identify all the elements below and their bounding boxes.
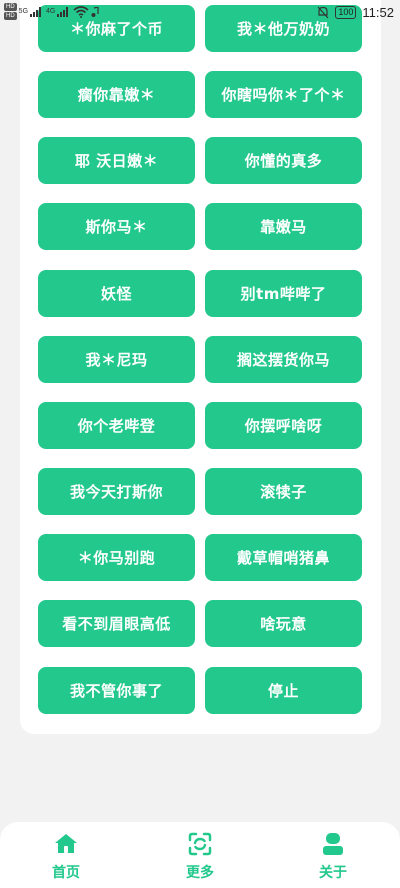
sound-button[interactable]: 啥玩意 xyxy=(205,600,362,647)
signal-icon xyxy=(30,6,42,17)
status-bar: HD HD 5G 4G 100 11:52 xyxy=(0,0,400,28)
sound-button[interactable]: 瘸你靠嫩＊ xyxy=(38,71,195,118)
status-right: 100 11:52 xyxy=(317,5,394,20)
sound-button[interactable]: 别tm哔哔了 xyxy=(205,270,362,317)
person-icon xyxy=(323,833,343,855)
sound-button[interactable]: 你瞎吗你＊了个＊ xyxy=(205,71,362,118)
battery-indicator: 100 xyxy=(335,6,357,19)
tab-about[interactable]: 关于 xyxy=(283,822,383,888)
sound-button[interactable]: 我不管你事了 xyxy=(38,667,195,714)
sound-button[interactable]: 你摆呼啥呀 xyxy=(205,402,362,449)
sound-button[interactable]: 斯你马＊ xyxy=(38,203,195,250)
sound-button[interactable]: 你个老哔登 xyxy=(38,402,195,449)
tab-more[interactable]: 更多 xyxy=(150,822,250,888)
sound-button[interactable]: 耶 沃日嫩＊ xyxy=(38,137,195,184)
scan-refresh-icon xyxy=(188,832,212,856)
network-type-1: 5G xyxy=(18,8,29,15)
sound-button[interactable]: 搁这摆货你马 xyxy=(205,336,362,383)
mute-bell-icon xyxy=(317,6,329,19)
wifi-icon xyxy=(73,5,89,18)
house-icon xyxy=(55,834,77,853)
sound-button[interactable]: 靠嫩马 xyxy=(205,203,362,250)
sound-button[interactable]: 我今天打斯你 xyxy=(38,468,195,515)
sound-button[interactable]: 我＊尼玛 xyxy=(38,336,195,383)
stop-button[interactable]: 停止 xyxy=(205,667,362,714)
sound-button[interactable]: 滚犊子 xyxy=(205,468,362,515)
sound-button[interactable]: ＊你马别跑 xyxy=(38,534,195,581)
tab-about-label: 关于 xyxy=(319,865,347,881)
tab-home-label: 首页 xyxy=(52,865,80,881)
clock: 11:52 xyxy=(362,5,394,20)
sound-button[interactable]: 妖怪 xyxy=(38,270,195,317)
tab-home[interactable]: 首页 xyxy=(16,822,116,888)
network-type-2: 4G xyxy=(46,8,56,15)
sound-button[interactable]: 看不到眉眼高低 xyxy=(38,600,195,647)
sound-button[interactable]: 你懂的真多 xyxy=(205,137,362,184)
signal-icon xyxy=(57,6,69,17)
signal-indicators: HD HD 5G 4G xyxy=(4,3,99,20)
sound-button[interactable]: 戴草帽哨猪鼻 xyxy=(205,534,362,581)
sim2-badge: HD xyxy=(4,12,17,20)
music-note-icon xyxy=(91,6,99,17)
sim1-badge: HD xyxy=(4,3,17,11)
bottom-tab-bar: 首页 更多 关于 xyxy=(0,822,400,888)
tab-more-label: 更多 xyxy=(186,865,214,881)
